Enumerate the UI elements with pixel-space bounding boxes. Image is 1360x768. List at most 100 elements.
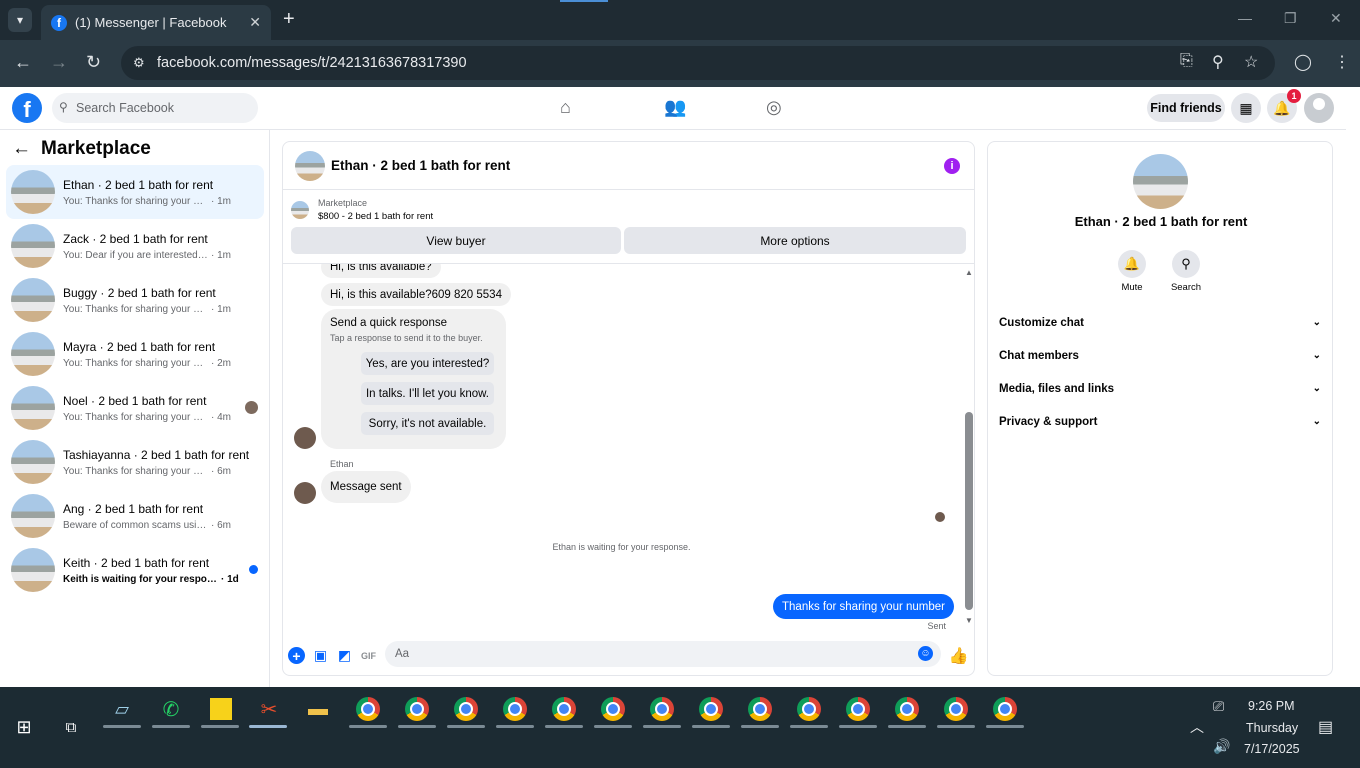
conversation-item[interactable]: Tashiayanna · 2 bed 1 bath for rent You:…	[6, 435, 264, 489]
chrome-app-icon[interactable]	[943, 696, 969, 722]
notification-center-icon[interactable]: ▤	[1318, 717, 1333, 737]
groups-icon[interactable]: ◎	[766, 97, 782, 118]
emoji-icon[interactable]: ☺	[918, 646, 933, 661]
conversation-item[interactable]: Mayra · 2 bed 1 bath for rent You: Thank…	[6, 327, 264, 381]
sidebar-header: ← Marketplace	[12, 138, 151, 160]
quick-response-button[interactable]: Sorry, it's not available.	[361, 412, 494, 435]
close-window-button[interactable]: ✕	[1330, 10, 1342, 27]
clock-day[interactable]: Thursday	[1246, 721, 1298, 735]
row-label: Media, files and links	[999, 383, 1115, 395]
browser-tab[interactable]: f (1) Messenger | Facebook ✕	[41, 5, 271, 40]
gif-icon[interactable]: GIF	[360, 647, 377, 664]
menu-kebab-icon[interactable]: ⋮	[1334, 52, 1350, 72]
friends-icon[interactable]: 👥	[664, 97, 686, 118]
sticky-notes-app-icon[interactable]	[208, 696, 234, 722]
waiting-notice: Ethan is waiting for your response.	[552, 542, 691, 552]
search-facebook-input[interactable]: ⚲ Search Facebook	[52, 93, 258, 123]
chrome-app-icon[interactable]	[992, 696, 1018, 722]
task-view-icon[interactable]: ⧉	[58, 714, 84, 740]
quick-response-button[interactable]: Yes, are you interested?	[361, 352, 494, 375]
plus-icon[interactable]: +	[288, 647, 305, 664]
show-hidden-icons-chevron-icon[interactable]: ︿	[1190, 717, 1204, 737]
conversation-preview: You: Thanks for sharing your number	[63, 465, 208, 477]
account-avatar[interactable]	[1304, 93, 1334, 123]
sticker-icon[interactable]: ◩	[336, 647, 353, 664]
message-scrollbar[interactable]: ▲ ▼	[962, 264, 974, 633]
conversation-item[interactable]: Zack · 2 bed 1 bath for rent You: Dear i…	[6, 219, 264, 273]
media-files-links-row[interactable]: Media, files and links ⌄	[999, 383, 1321, 395]
thumbs-up-icon[interactable]: 👍	[949, 647, 969, 665]
reload-button[interactable]: ↻	[86, 52, 101, 73]
chrome-app-icon[interactable]	[649, 696, 675, 722]
tab-search-button[interactable]: ▾	[8, 8, 32, 32]
chrome-app-icon[interactable]	[355, 696, 381, 722]
chat-members-row[interactable]: Chat members ⌄	[999, 350, 1321, 362]
volume-icon[interactable]: 🔊	[1213, 738, 1230, 755]
minimize-button[interactable]: —	[1238, 10, 1252, 26]
back-arrow-icon[interactable]: ←	[12, 138, 31, 160]
site-info-icon[interactable]: ⚙	[133, 55, 145, 71]
conversation-item[interactable]: Ethan · 2 bed 1 bath for rent You: Thank…	[6, 165, 264, 219]
chrome-app-icon[interactable]	[502, 696, 528, 722]
facebook-logo-icon[interactable]: f	[12, 93, 42, 123]
chrome-app-icon[interactable]	[845, 696, 871, 722]
new-tab-button[interactable]: +	[283, 8, 295, 31]
windows-start-icon[interactable]: ⊞	[11, 714, 37, 740]
install-app-icon[interactable]: ⎘	[1180, 52, 1193, 70]
conversation-preview: You: Thanks for sharing your number	[63, 357, 208, 369]
outgoing-message: Thanks for sharing your number	[773, 594, 954, 619]
clock-date[interactable]: 7/17/2025	[1244, 742, 1300, 756]
chrome-app-icon[interactable]	[404, 696, 430, 722]
quick-response-button[interactable]: In talks. I'll let you know.	[361, 382, 494, 405]
bell-icon: 🔔	[1118, 250, 1146, 278]
whatsapp-app-icon[interactable]: ✆	[158, 696, 184, 722]
chrome-app-icon[interactable]	[551, 696, 577, 722]
conversation-name: Ethan · 2 bed 1 bath for rent	[63, 177, 214, 192]
search-chat-button[interactable]: ⚲ Search	[1156, 250, 1216, 293]
back-button[interactable]: ←	[14, 52, 32, 73]
chrome-app-icon[interactable]	[453, 696, 479, 722]
page-scrollbar[interactable]	[1346, 87, 1360, 687]
notepad-app-icon[interactable]: ▱	[109, 696, 135, 722]
info-icon[interactable]: i	[944, 158, 960, 174]
scrollbar-thumb[interactable]	[965, 412, 973, 610]
scroll-up-arrow-icon[interactable]: ▲	[965, 268, 973, 277]
search-label: Search	[1170, 282, 1202, 293]
url-field[interactable]: ⚙ facebook.com/messages/t/24213163678317…	[121, 46, 1275, 80]
snipping-tool-app-icon[interactable]: ✂	[256, 696, 282, 722]
chrome-app-icon[interactable]	[894, 696, 920, 722]
chat-title[interactable]: Ethan · 2 bed 1 bath for rent	[331, 158, 510, 173]
scroll-down-arrow-icon[interactable]: ▼	[965, 616, 973, 625]
clock-time[interactable]: 9:26 PM	[1248, 699, 1295, 713]
menu-grid-icon[interactable]: ▦	[1231, 93, 1261, 123]
conversation-item[interactable]: Buggy · 2 bed 1 bath for rent You: Thank…	[6, 273, 264, 327]
find-friends-button[interactable]: Find friends	[1147, 94, 1225, 122]
profile-icon[interactable]: ◯	[1294, 52, 1312, 72]
file-explorer-app-icon[interactable]: ▬	[305, 696, 331, 722]
tab-close-icon[interactable]: ✕	[249, 14, 261, 31]
sidebar-title: Marketplace	[41, 138, 151, 159]
conversation-item[interactable]: Noel · 2 bed 1 bath for rent You: Thanks…	[6, 381, 264, 435]
zoom-icon[interactable]: ⚲	[1212, 52, 1224, 72]
mute-button[interactable]: 🔔 Mute	[1102, 250, 1162, 293]
chrome-app-icon[interactable]	[698, 696, 724, 722]
conversation-item[interactable]: Keith · 2 bed 1 bath for rent Keith is w…	[6, 543, 264, 597]
message-list: Hi, is this available? Hi, is this avail…	[283, 263, 974, 633]
conversation-item[interactable]: Ang · 2 bed 1 bath for rent Beware of co…	[6, 489, 264, 543]
network-icon[interactable]: ⎚	[1213, 698, 1224, 715]
chrome-app-icon[interactable]	[747, 696, 773, 722]
privacy-support-row[interactable]: Privacy & support ⌄	[999, 416, 1321, 428]
listing-info[interactable]: Marketplace $800 - 2 bed 1 bath for rent	[291, 198, 433, 222]
running-indicator	[103, 725, 141, 728]
home-icon[interactable]: ⌂	[560, 97, 571, 118]
forward-button[interactable]: →	[50, 52, 68, 73]
chrome-app-icon[interactable]	[796, 696, 822, 722]
view-buyer-button[interactable]: View buyer	[291, 227, 621, 254]
bookmark-star-icon[interactable]: ☆	[1244, 52, 1258, 72]
restore-button[interactable]: ❐	[1284, 10, 1297, 27]
chrome-app-icon[interactable]	[600, 696, 626, 722]
customize-chat-row[interactable]: Customize chat ⌄	[999, 317, 1321, 329]
more-options-button[interactable]: More options	[624, 227, 966, 254]
message-input[interactable]: Aa ☺	[385, 641, 941, 667]
photo-icon[interactable]: ▣	[312, 647, 329, 664]
